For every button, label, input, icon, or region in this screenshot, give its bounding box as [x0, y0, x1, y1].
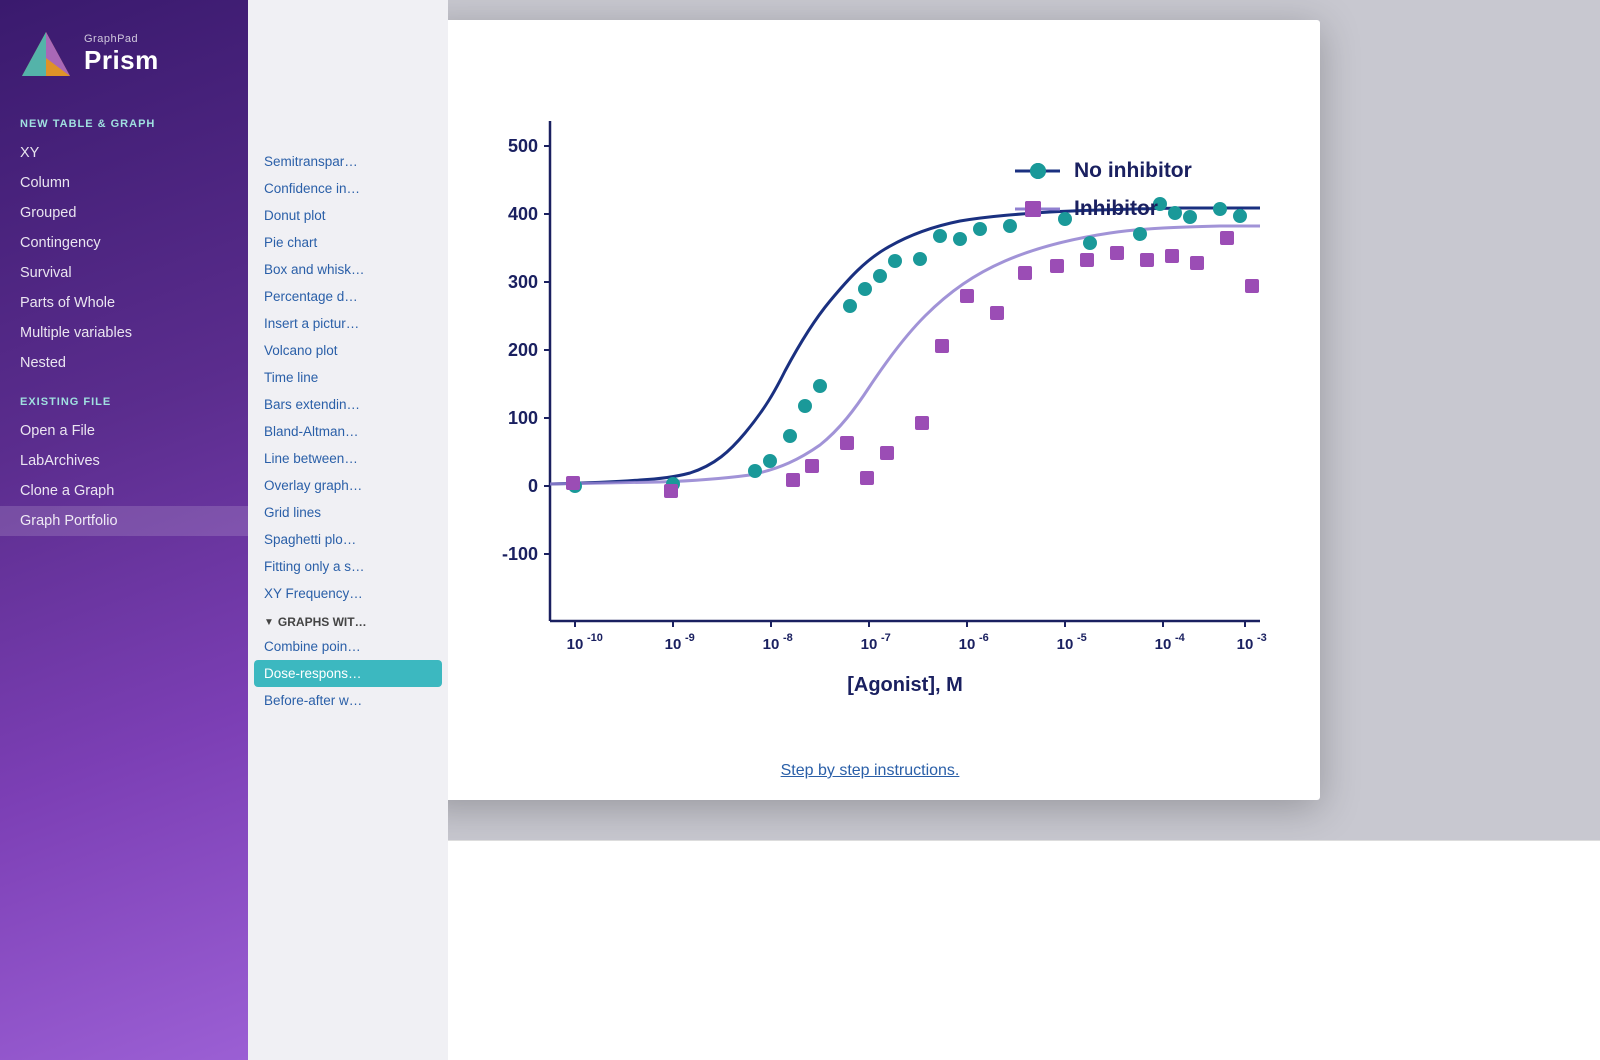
logo-icon: [20, 28, 72, 80]
svg-text:[Agonist], M: [Agonist], M: [847, 674, 963, 696]
svg-text:10: 10: [665, 636, 682, 653]
menu-item-volcano[interactable]: Volcano plot: [248, 337, 448, 364]
svg-text:-8: -8: [783, 632, 793, 644]
menu-item-percentage-d[interactable]: Percentage d…: [248, 283, 448, 310]
sidebar-item-labarchives[interactable]: LabArchives: [0, 446, 248, 476]
svg-text:10: 10: [861, 636, 878, 653]
menu-item-line-between[interactable]: Line between…: [248, 445, 448, 472]
menu-item-bars-extending[interactable]: Bars extendin…: [248, 391, 448, 418]
svg-text:0: 0: [528, 476, 538, 496]
sidebar-item-parts-of-whole[interactable]: Parts of Whole: [0, 288, 248, 318]
existing-file-section-label: EXISTING FILE: [0, 378, 248, 416]
menu-item-timeline[interactable]: Time line: [248, 364, 448, 391]
menu-item-spaghetti[interactable]: Spaghetti plo…: [248, 526, 448, 553]
menu-item-insert-picture[interactable]: Insert a pictur…: [248, 310, 448, 337]
svg-text:100: 100: [508, 408, 538, 428]
logo-prism: Prism: [84, 45, 159, 76]
svg-text:No inhibitor: No inhibitor: [1074, 159, 1192, 182]
menu-item-combine-points[interactable]: Combine poin…: [248, 633, 448, 660]
sidebar-item-column[interactable]: Column: [0, 168, 248, 198]
svg-text:-4: -4: [1175, 632, 1186, 644]
step-by-step-link[interactable]: Step by step instructions.: [781, 762, 960, 780]
bottom-options-list: Confidence bands Shading between grid li…: [280, 861, 1570, 943]
sidebar-item-contingency[interactable]: Contingency: [0, 228, 248, 258]
svg-text:Inhibitor: Inhibitor: [1074, 197, 1158, 220]
logo-text: GraphPad Prism: [84, 33, 159, 76]
svg-text:10: 10: [1237, 636, 1254, 653]
svg-text:10: 10: [567, 636, 584, 653]
menu-item-semitransparent[interactable]: Semitranspar…: [248, 148, 448, 175]
menu-item-box-whisker[interactable]: Box and whisk…: [248, 256, 448, 283]
menu-item-overlay-graph[interactable]: Overlay graph…: [248, 472, 448, 499]
new-table-section-label: NEW TABLE & GRAPH: [0, 100, 248, 138]
sidebar-item-xy[interactable]: XY: [0, 138, 248, 168]
graph-card: 500 400 300 200 100 0 -100: [420, 20, 1320, 800]
sidebar-item-multiple-variables[interactable]: Multiple variables: [0, 318, 248, 348]
svg-text:-100: -100: [502, 544, 538, 564]
bottom-panel: Confidence bands Shading between grid li…: [250, 840, 1600, 1060]
svg-text:300: 300: [508, 272, 538, 292]
svg-text:10: 10: [959, 636, 976, 653]
svg-text:-5: -5: [1077, 632, 1087, 644]
svg-text:-9: -9: [685, 632, 695, 644]
bottom-option-confidence-bands[interactable]: Confidence bands: [280, 861, 1570, 883]
sidebar-item-portfolio[interactable]: Graph Portfolio: [0, 506, 248, 536]
svg-text:-6: -6: [979, 632, 989, 644]
logo-area: GraphPad Prism: [0, 0, 248, 100]
menu-item-grid-lines[interactable]: Grid lines: [248, 499, 448, 526]
menu-item-donut-plot[interactable]: Donut plot: [248, 202, 448, 229]
graphs-with-section: GRAPHS WIT…: [248, 607, 448, 633]
graph-area: 500 400 300 200 100 0 -100: [460, 50, 1280, 752]
sidebar-item-nested[interactable]: Nested: [0, 348, 248, 378]
svg-text:10: 10: [1155, 636, 1172, 653]
menu-item-pie-chart[interactable]: Pie chart: [248, 229, 448, 256]
svg-text:500: 500: [508, 136, 538, 156]
svg-text:-10: -10: [587, 632, 603, 644]
svg-text:200: 200: [508, 340, 538, 360]
svg-text:-3: -3: [1257, 632, 1267, 644]
svg-text:400: 400: [508, 204, 538, 224]
sidebar-item-survival[interactable]: Survival: [0, 258, 248, 288]
svg-text:-7: -7: [881, 632, 891, 644]
sidebar-item-open-file[interactable]: Open a File: [0, 416, 248, 446]
menu-item-fitting-only[interactable]: Fitting only a s…: [248, 553, 448, 580]
svg-text:10: 10: [763, 636, 780, 653]
svg-text:10: 10: [1057, 636, 1074, 653]
bottom-option-grouped-spacing[interactable]: Grouped graph spacing: [280, 921, 1570, 943]
dose-response-chart: 500 400 300 200 100 0 -100: [460, 50, 1280, 752]
menu-panel: Semitranspar… Confidence in… Donut plot …: [248, 0, 448, 1060]
menu-item-before-after[interactable]: Before-after w…: [248, 687, 448, 714]
menu-item-xy-frequency[interactable]: XY Frequency…: [248, 580, 448, 607]
menu-item-dose-response[interactable]: Dose-respons…: [254, 660, 442, 687]
sidebar-item-grouped[interactable]: Grouped: [0, 198, 248, 228]
menu-item-bland-altman[interactable]: Bland-Altman…: [248, 418, 448, 445]
bottom-option-shading-grid[interactable]: Shading between grid lines: [280, 891, 1570, 913]
menu-item-confidence-in[interactable]: Confidence in…: [248, 175, 448, 202]
sidebar-item-clone[interactable]: Clone a Graph: [0, 476, 248, 506]
sidebar: GraphPad Prism NEW TABLE & GRAPH XY Colu…: [0, 0, 248, 1060]
logo-graphpad: GraphPad: [84, 33, 159, 45]
